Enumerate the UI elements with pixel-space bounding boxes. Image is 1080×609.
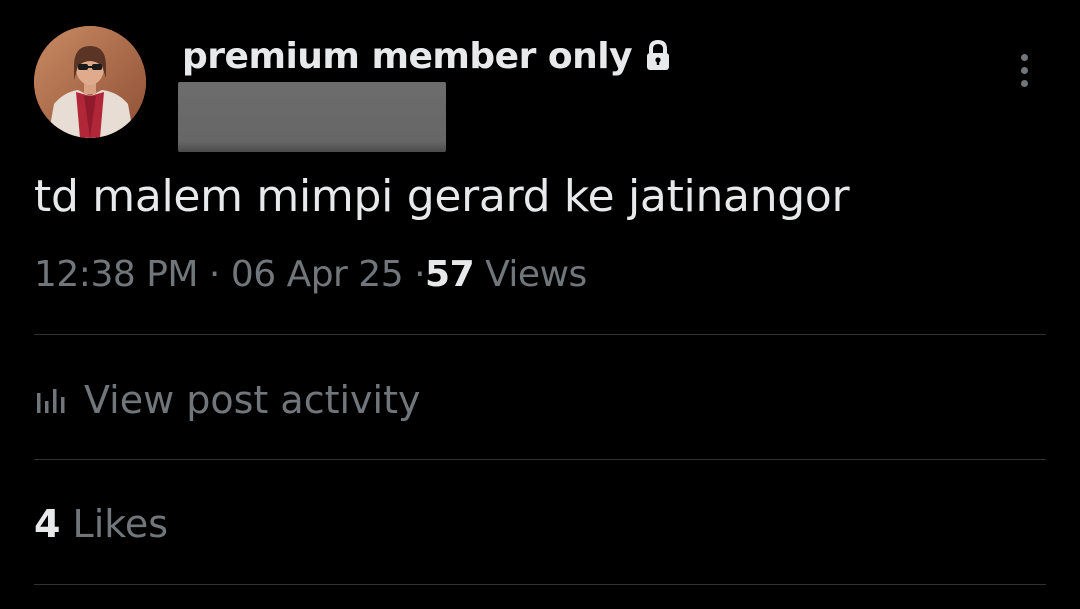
redacted-handle: [178, 82, 446, 152]
views-label: Views: [485, 254, 587, 295]
divider: [34, 584, 1046, 585]
post-meta: 12:38 PM · 06 Apr 25 ·57 Views: [34, 250, 587, 300]
likes-label: Likes: [72, 502, 169, 546]
post-text: td malem mimpi gerard ke jatinangor: [34, 171, 850, 222]
activity-label: View post activity: [84, 378, 421, 422]
view-post-activity-button[interactable]: View post activity: [34, 372, 420, 428]
author-name[interactable]: premium member only: [182, 34, 672, 78]
lock-icon: [644, 40, 672, 72]
likes-link[interactable]: 4 Likes: [34, 498, 168, 550]
display-name-text: premium member only: [182, 35, 633, 77]
likes-count: 4: [34, 502, 61, 546]
post-detail: premium member only td malem mimpi gerar…: [0, 0, 1080, 609]
avatar-image: [34, 26, 146, 138]
post-time[interactable]: 12:38 PM: [34, 254, 198, 295]
views-count: 57: [425, 254, 475, 295]
more-options-icon[interactable]: [1006, 50, 1042, 90]
post-date[interactable]: 06 Apr 25: [231, 254, 404, 295]
divider: [34, 459, 1046, 460]
separator: ·: [208, 254, 220, 295]
avatar[interactable]: [34, 26, 146, 138]
divider: [34, 334, 1046, 335]
separator: ·: [414, 254, 426, 295]
analytics-bars-icon: [34, 385, 66, 415]
